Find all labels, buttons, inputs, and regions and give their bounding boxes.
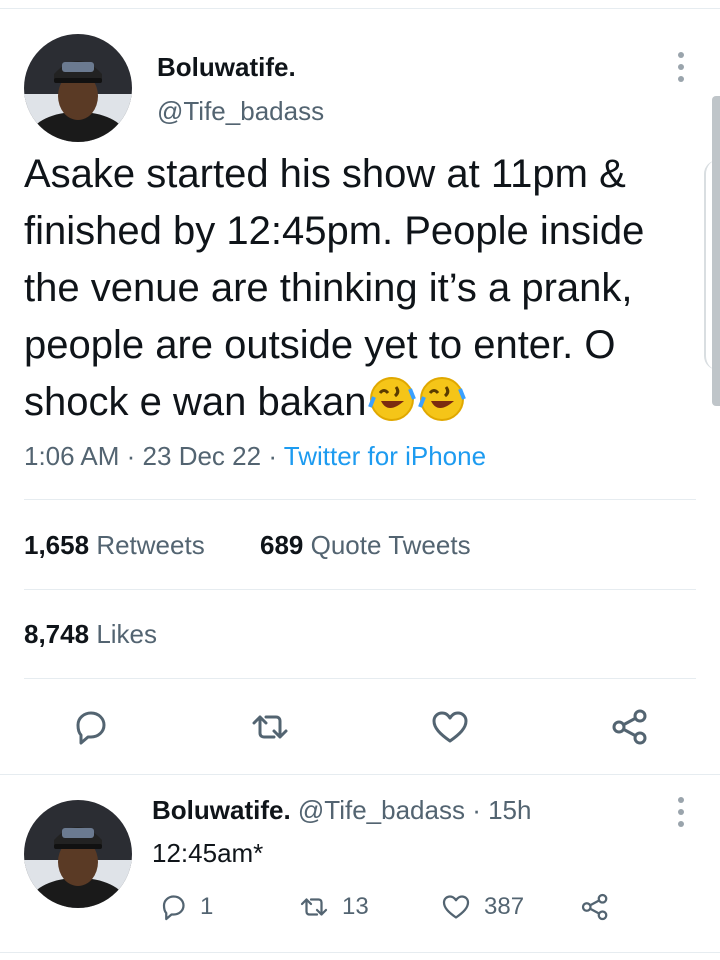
meta-separator: · — [268, 441, 277, 471]
tweet-body: Asake started his show at 11pm & finishe… — [24, 146, 704, 431]
retweets-count: 1,658 — [24, 530, 90, 560]
reply-share-button[interactable] — [580, 892, 610, 922]
more-vertical-icon[interactable] — [676, 797, 686, 827]
reply-header: Boluwatife. @Tife_badass · 15h — [152, 795, 531, 826]
reply-age[interactable]: · 15h — [472, 795, 531, 825]
reply-icon — [162, 895, 185, 921]
tweet-meta: 1:06 AM · 23 Dec 22 · Twitter for iPhone — [24, 441, 486, 472]
divider — [24, 589, 696, 590]
tweet-text: Asake started his show at 11pm & finishe… — [24, 152, 656, 424]
retweets-stat[interactable]: 1,658 Retweets — [24, 530, 205, 561]
retweet-icon — [300, 898, 328, 916]
laughing-emoji-icon — [368, 377, 417, 421]
like-icon[interactable] — [430, 707, 470, 747]
author-avatar[interactable] — [24, 34, 132, 142]
reply-reply-button[interactable]: 1 — [158, 892, 213, 922]
quotes-label: Quote Tweets — [310, 530, 471, 560]
divider — [0, 774, 720, 775]
tweet-date[interactable]: 23 Dec 22 — [143, 441, 262, 471]
laughing-emoji-icon — [418, 377, 467, 421]
author-handle[interactable]: @Tife_badass — [157, 96, 324, 127]
reply-text: 12:45am* — [152, 838, 264, 868]
more-vertical-icon[interactable] — [676, 52, 686, 82]
likes-label: Likes — [96, 619, 158, 649]
reply-like-count: 387 — [484, 893, 525, 920]
share-icon[interactable] — [610, 707, 650, 747]
reply-count: 1 — [200, 893, 214, 920]
divider — [24, 499, 696, 500]
reply-author-handle[interactable]: @Tife_badass — [298, 795, 465, 825]
share-icon — [581, 893, 608, 921]
divider — [24, 678, 696, 679]
reply-retweet-count: 13 — [342, 893, 369, 920]
tweet-source-link[interactable]: Twitter for iPhone — [284, 441, 486, 471]
reply-icon[interactable] — [70, 707, 110, 747]
quotes-stat[interactable]: 689 Quote Tweets — [260, 530, 471, 561]
scrollbar[interactable] — [712, 96, 720, 406]
quotes-count: 689 — [260, 530, 304, 560]
retweets-label: Retweets — [96, 530, 205, 560]
like-icon — [442, 895, 470, 919]
retweet-icon[interactable] — [250, 707, 290, 747]
author-name[interactable]: Boluwatife. — [157, 52, 296, 83]
meta-separator: · — [126, 441, 136, 471]
divider — [0, 952, 720, 953]
top-divider — [0, 8, 720, 9]
tweet-time[interactable]: 1:06 AM — [24, 441, 119, 471]
likes-count: 8,748 — [24, 619, 90, 649]
likes-stat[interactable]: 8,748 Likes — [24, 619, 157, 650]
reply-like-button[interactable]: 387 — [440, 892, 524, 922]
reply-author-name[interactable]: Boluwatife. — [152, 795, 291, 825]
reply-author-avatar[interactable] — [24, 800, 132, 908]
reply-retweet-button[interactable]: 13 — [298, 892, 369, 922]
